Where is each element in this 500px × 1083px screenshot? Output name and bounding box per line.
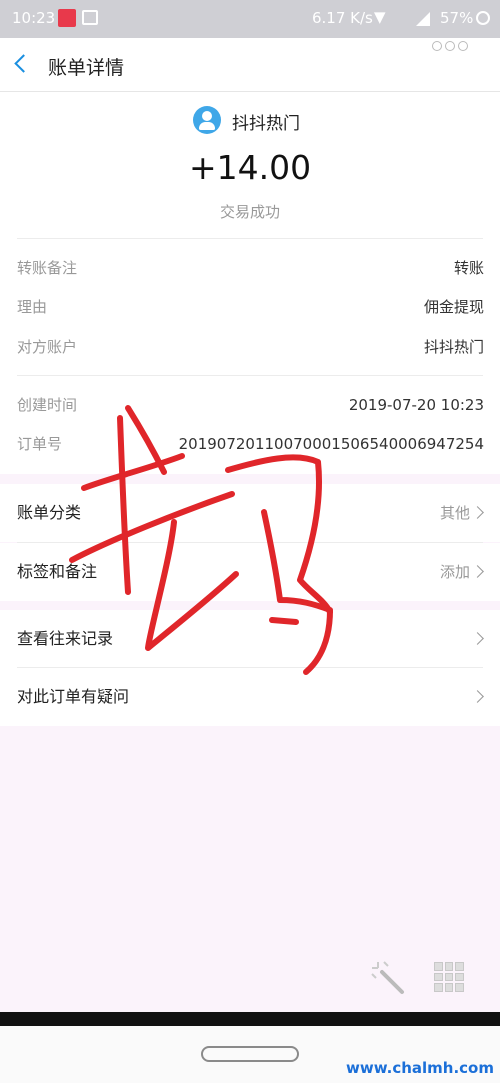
battery-percent: 57% (440, 9, 474, 27)
network-speed: 6.17 K/s (312, 9, 373, 27)
tmall-app-icon (58, 9, 76, 27)
action-label: 标签和备注 (17, 562, 98, 581)
action-label: 对此订单有疑问 (17, 687, 130, 706)
magic-wand-icon[interactable] (370, 960, 408, 996)
view-history-row[interactable]: 查看往来记录 (0, 610, 500, 668)
chevron-right-icon (471, 690, 484, 703)
signal-icon (416, 12, 430, 26)
watermark: www.chalmh.com (346, 1059, 494, 1077)
detail-label: 订单号 (17, 435, 63, 453)
detail-value[interactable]: 20190720110070001506540006947254 (179, 424, 484, 464)
transaction-status: 交易成功 (219, 203, 280, 221)
title-bar: 账单详情 (0, 38, 500, 92)
detail-label: 创建时间 (17, 396, 78, 414)
status-bar: 10:23 6.17 K/s ▼ 57% (0, 0, 500, 38)
payee-name: 抖抖热门 (232, 114, 300, 134)
transaction-amount: +14.00 (188, 148, 312, 187)
chevron-right-icon (471, 565, 484, 578)
chevron-right-icon (471, 506, 484, 519)
detail-value: 抖抖热门 (423, 338, 484, 356)
detail-value: 转账 (453, 259, 484, 277)
system-nav-bar: www.chalmh.com (0, 1026, 500, 1083)
detail-label: 理由 (17, 298, 48, 316)
action-value: 添加 (439, 563, 470, 581)
detail-value: 2019-07-20 10:23 (348, 396, 484, 414)
back-arrow-icon[interactable] (14, 54, 33, 73)
detail-label: 对方账户 (17, 338, 78, 356)
detail-row-counterparty: 对方账户 抖抖热门 (0, 327, 500, 367)
detail-label: 转账备注 (17, 259, 78, 277)
action-label: 账单分类 (17, 503, 82, 522)
nav-strip (0, 1012, 500, 1026)
tags-notes-row[interactable]: 标签和备注 添加 (0, 543, 500, 601)
divider (17, 238, 483, 239)
detail-row-order-number: 订单号 20190720110070001506540006947254 (0, 424, 500, 464)
home-button[interactable] (201, 1046, 299, 1062)
chevron-right-icon (471, 632, 484, 645)
more-options-icon[interactable] (432, 41, 468, 51)
detail-row-note: 转账备注 转账 (0, 248, 500, 288)
detail-row-reason: 理由 佣金提现 (0, 287, 500, 327)
action-label: 查看往来记录 (17, 629, 114, 648)
divider (17, 375, 483, 376)
keypad-grid-icon[interactable] (434, 962, 464, 992)
action-value: 其他 (439, 504, 470, 522)
notification-icon (82, 10, 98, 25)
wifi-icon: ▼ (374, 8, 386, 26)
payee-avatar-icon (193, 106, 221, 134)
bill-category-row[interactable]: 账单分类 其他 (0, 484, 500, 542)
status-time: 10:23 (12, 9, 56, 27)
battery-icon (476, 11, 490, 25)
detail-row-created-time: 创建时间 2019-07-20 10:23 (0, 385, 500, 425)
detail-value: 佣金提现 (423, 298, 484, 316)
page-title: 账单详情 (48, 57, 125, 79)
order-question-row[interactable]: 对此订单有疑问 (0, 668, 500, 726)
